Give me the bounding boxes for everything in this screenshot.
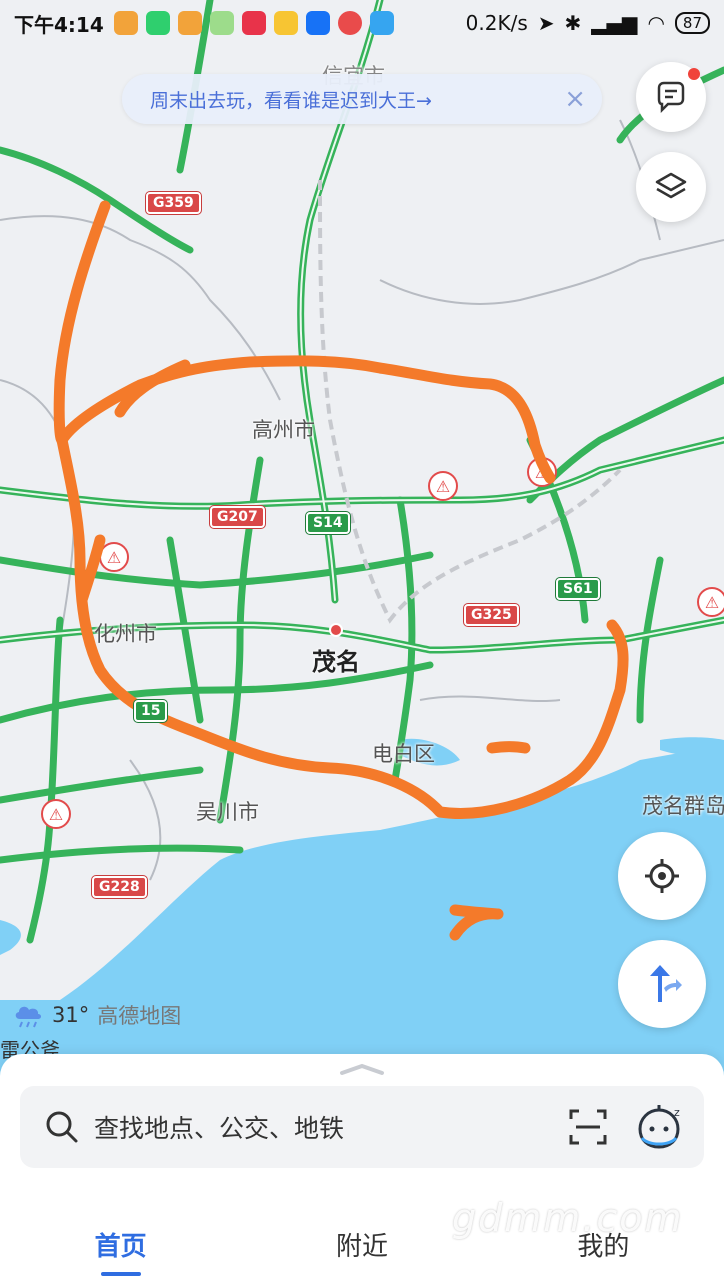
route-arrow-icon	[650, 965, 682, 1002]
locate-me-button[interactable]	[618, 832, 706, 920]
notification-dot	[688, 68, 700, 80]
route-button[interactable]	[618, 940, 706, 1028]
status-time: 下午4:14	[14, 12, 104, 37]
road-shield-g359: G359	[146, 192, 201, 214]
temperature: 31°	[52, 1003, 90, 1027]
close-icon[interactable]: ×	[564, 84, 586, 114]
road-shield-s14: S14	[306, 512, 350, 534]
road-shield-g325: G325	[464, 604, 519, 626]
road-shield-g207: G207	[210, 506, 265, 528]
zhihu-icon	[305, 11, 330, 35]
message-button[interactable]	[636, 62, 706, 132]
map-canvas: ⚠ ⚠ ⚠ ⚠ ⚠	[0, 0, 724, 1100]
city-marker-icon	[329, 623, 343, 637]
location-arrow-icon: ➤	[537, 11, 555, 35]
svg-text:⚠: ⚠	[436, 477, 450, 496]
amap-logo-text: 高德地图	[97, 1004, 182, 1028]
send-app-icon	[369, 11, 394, 35]
wifi-icon: ◠	[647, 11, 665, 35]
svg-text:z: z	[674, 1106, 680, 1119]
bluetooth-icon: ✱	[564, 11, 582, 35]
layers-button[interactable]	[636, 152, 706, 222]
voice-assistant-icon[interactable]: z	[634, 1102, 684, 1152]
scan-icon[interactable]	[568, 1108, 608, 1146]
signal-icon: ▂▄▆	[591, 11, 638, 35]
rain-cloud-icon	[15, 1006, 41, 1028]
tab-home[interactable]: 首页	[0, 1214, 241, 1280]
network-speed: 0.2K/s	[465, 11, 528, 35]
map-label-wuchuan: 吴川市	[196, 800, 259, 824]
status-bar: 下午4:14 0.2K/s ➤ ✱ ▂▄▆ ◠ 87	[0, 0, 724, 46]
app-icon-green	[209, 11, 234, 35]
map-label-huazhou: 化州市	[94, 622, 157, 646]
tmall-icon	[241, 11, 266, 35]
search-placeholder[interactable]: 查找地点、公交、地铁	[94, 1109, 344, 1145]
road-shield-s15: 15	[134, 700, 168, 722]
chat-bubble-icon	[657, 81, 685, 114]
notification-icons	[113, 11, 394, 35]
promo-banner-text[interactable]: 周末出去玩，看看谁是迟到大王→	[150, 86, 432, 113]
map-label-dianbai: 电白区	[372, 742, 435, 766]
battery-indicator: 87	[674, 12, 710, 34]
svg-text:⚠: ⚠	[49, 805, 63, 824]
bottom-sheet[interactable]: 查找地点、公交、地铁 z 首页 附近 我的	[0, 1054, 724, 1280]
watermark-text: gdmm.com	[452, 1196, 684, 1240]
layers-icon	[655, 172, 687, 199]
map-label-maoming-islands: 茂名群岛	[642, 794, 724, 818]
svg-text:⚠: ⚠	[705, 593, 719, 612]
search-bar[interactable]: 查找地点、公交、地铁 z	[20, 1086, 704, 1168]
video-app-icon	[145, 11, 170, 35]
road-shield-s61: S61	[556, 578, 600, 600]
weibo-icon	[113, 11, 138, 35]
weibo-icon-2	[177, 11, 202, 35]
location-app-icon	[337, 11, 362, 35]
locate-icon	[645, 859, 679, 893]
weather-widget[interactable]: 31° 高德地图	[12, 1000, 181, 1030]
map-view[interactable]: ⚠ ⚠ ⚠ ⚠ ⚠ 信宜市 高州市 化州市 茂名 电白区 吴川市 茂名群岛 G3…	[0, 0, 724, 1100]
tab-nearby[interactable]: 附近	[241, 1214, 482, 1280]
promo-banner[interactable]: 周末出去玩，看看谁是迟到大王→ ×	[122, 74, 602, 124]
shopping-app-icon	[273, 11, 298, 35]
road-shield-g228: G228	[92, 876, 147, 898]
search-icon	[46, 1111, 78, 1143]
map-label-gaozhou: 高州市	[252, 418, 315, 442]
sheet-handle-icon[interactable]	[338, 1062, 386, 1076]
map-label-maoming: 茂名	[312, 648, 360, 676]
svg-text:⚠: ⚠	[107, 548, 121, 567]
